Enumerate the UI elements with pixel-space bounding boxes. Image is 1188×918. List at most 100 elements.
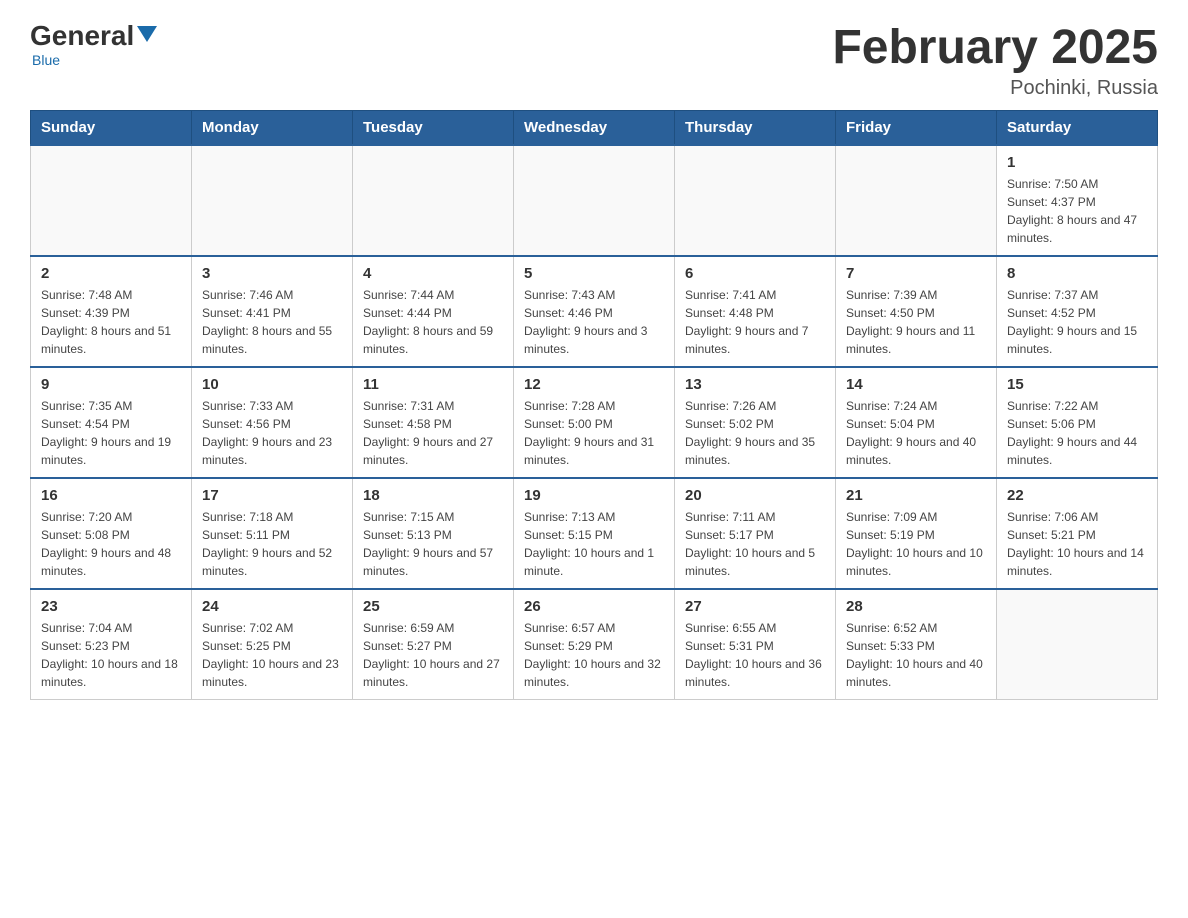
day-info: Sunrise: 7:46 AMSunset: 4:41 PMDaylight:…	[202, 286, 342, 358]
calendar-cell: 11 Sunrise: 7:31 AMSunset: 4:58 PMDayligh…	[353, 367, 514, 478]
calendar-cell: 13 Sunrise: 7:26 AMSunset: 5:02 PMDayligh…	[675, 367, 836, 478]
calendar-cell: 4Sunrise: 7:44 AMSunset: 4:44 PMDaylight…	[353, 256, 514, 367]
logo-text: General	[30, 20, 157, 52]
day-info: Sunrise: 6:52 AMSunset: 5:33 PMDaylight:…	[846, 619, 986, 691]
day-info: Sunrise: 7:26 AMSunset: 5:02 PMDaylight:…	[685, 397, 825, 469]
day-info: Sunrise: 7:15 AMSunset: 5:13 PMDaylight:…	[363, 508, 503, 580]
calendar-cell: 15 Sunrise: 7:22 AMSunset: 5:06 PMDayligh…	[997, 367, 1158, 478]
day-info: Sunrise: 7:02 AMSunset: 5:25 PMDaylight:…	[202, 619, 342, 691]
calendar-cell: 2 Sunrise: 7:48 AMSunset: 4:39 PMDaylight…	[31, 256, 192, 367]
day-number: 20	[685, 487, 825, 504]
week-row-4: 16 Sunrise: 7:20 AMSunset: 5:08 PMDayligh…	[31, 478, 1158, 589]
day-info: Sunrise: 6:59 AMSunset: 5:27 PMDaylight:…	[363, 619, 503, 691]
day-number: 2	[41, 265, 181, 282]
calendar-cell: 18 Sunrise: 7:15 AMSunset: 5:13 PMDayligh…	[353, 478, 514, 589]
calendar-cell	[675, 145, 836, 256]
day-info: Sunrise: 7:13 AMSunset: 5:15 PMDaylight:…	[524, 508, 664, 580]
weekday-header-tuesday: Tuesday	[353, 111, 514, 146]
day-number: 24	[202, 598, 342, 615]
day-number: 19	[524, 487, 664, 504]
title-section: February 2025 Pochinki, Russia	[832, 20, 1158, 100]
calendar-cell	[353, 145, 514, 256]
weekday-header-saturday: Saturday	[997, 111, 1158, 146]
calendar-title: February 2025	[832, 20, 1158, 75]
day-number: 11	[363, 376, 503, 393]
week-row-5: 23Sunrise: 7:04 AMSunset: 5:23 PMDayligh…	[31, 589, 1158, 700]
day-info: Sunrise: 7:09 AMSunset: 5:19 PMDaylight:…	[846, 508, 986, 580]
calendar-cell: 1Sunrise: 7:50 AMSunset: 4:37 PMDaylight…	[997, 145, 1158, 256]
calendar-cell: 22 Sunrise: 7:06 AMSunset: 5:21 PMDayligh…	[997, 478, 1158, 589]
day-number: 7	[846, 265, 986, 282]
day-number: 21	[846, 487, 986, 504]
calendar-cell: 24 Sunrise: 7:02 AMSunset: 5:25 PMDayligh…	[192, 589, 353, 700]
day-number: 17	[202, 487, 342, 504]
calendar-cell: 19 Sunrise: 7:13 AMSunset: 5:15 PMDayligh…	[514, 478, 675, 589]
day-info: Sunrise: 7:37 AMSunset: 4:52 PMDaylight:…	[1007, 286, 1147, 358]
day-info: Sunrise: 7:35 AMSunset: 4:54 PMDaylight:…	[41, 397, 181, 469]
day-number: 28	[846, 598, 986, 615]
day-info: Sunrise: 7:48 AMSunset: 4:39 PMDaylight:…	[41, 286, 181, 358]
day-info: Sunrise: 7:28 AMSunset: 5:00 PMDaylight:…	[524, 397, 664, 469]
day-info: Sunrise: 7:39 AMSunset: 4:50 PMDaylight:…	[846, 286, 986, 358]
day-number: 15	[1007, 376, 1147, 393]
weekday-header-wednesday: Wednesday	[514, 111, 675, 146]
day-number: 26	[524, 598, 664, 615]
calendar-cell: 21 Sunrise: 7:09 AMSunset: 5:19 PMDayligh…	[836, 478, 997, 589]
logo-general-text: General	[30, 20, 134, 52]
day-number: 6	[685, 265, 825, 282]
calendar-cell	[31, 145, 192, 256]
calendar-cell	[514, 145, 675, 256]
day-info: Sunrise: 7:22 AMSunset: 5:06 PMDaylight:…	[1007, 397, 1147, 469]
day-info: Sunrise: 7:41 AMSunset: 4:48 PMDaylight:…	[685, 286, 825, 358]
day-info: Sunrise: 7:43 AMSunset: 4:46 PMDaylight:…	[524, 286, 664, 358]
day-info: Sunrise: 7:24 AMSunset: 5:04 PMDaylight:…	[846, 397, 986, 469]
calendar-cell: 7 Sunrise: 7:39 AMSunset: 4:50 PMDaylight…	[836, 256, 997, 367]
calendar-cell: 27 Sunrise: 6:55 AMSunset: 5:31 PMDayligh…	[675, 589, 836, 700]
calendar-subtitle: Pochinki, Russia	[832, 77, 1158, 100]
calendar-cell: 28 Sunrise: 6:52 AMSunset: 5:33 PMDayligh…	[836, 589, 997, 700]
day-number: 8	[1007, 265, 1147, 282]
week-row-3: 9 Sunrise: 7:35 AMSunset: 4:54 PMDaylight…	[31, 367, 1158, 478]
calendar-cell: 6 Sunrise: 7:41 AMSunset: 4:48 PMDaylight…	[675, 256, 836, 367]
calendar-cell: 10 Sunrise: 7:33 AMSunset: 4:56 PMDayligh…	[192, 367, 353, 478]
day-info: Sunrise: 6:57 AMSunset: 5:29 PMDaylight:…	[524, 619, 664, 691]
logo-blue-text: Blue	[32, 52, 60, 68]
day-number: 14	[846, 376, 986, 393]
day-number: 12	[524, 376, 664, 393]
day-info: Sunrise: 7:06 AMSunset: 5:21 PMDaylight:…	[1007, 508, 1147, 580]
calendar-cell: 9 Sunrise: 7:35 AMSunset: 4:54 PMDaylight…	[31, 367, 192, 478]
day-number: 10	[202, 376, 342, 393]
calendar-cell: 8 Sunrise: 7:37 AMSunset: 4:52 PMDaylight…	[997, 256, 1158, 367]
calendar-cell: 16 Sunrise: 7:20 AMSunset: 5:08 PMDayligh…	[31, 478, 192, 589]
day-info: Sunrise: 7:33 AMSunset: 4:56 PMDaylight:…	[202, 397, 342, 469]
day-number: 13	[685, 376, 825, 393]
weekday-header-sunday: Sunday	[31, 111, 192, 146]
day-info: Sunrise: 7:11 AMSunset: 5:17 PMDaylight:…	[685, 508, 825, 580]
day-info: Sunrise: 7:44 AMSunset: 4:44 PMDaylight:…	[363, 286, 503, 358]
day-number: 18	[363, 487, 503, 504]
logo-triangle-icon	[137, 26, 157, 42]
calendar-cell: 12 Sunrise: 7:28 AMSunset: 5:00 PMDayligh…	[514, 367, 675, 478]
calendar-cell	[192, 145, 353, 256]
day-number: 22	[1007, 487, 1147, 504]
day-info: Sunrise: 7:20 AMSunset: 5:08 PMDaylight:…	[41, 508, 181, 580]
day-number: 27	[685, 598, 825, 615]
calendar-cell: 20 Sunrise: 7:11 AMSunset: 5:17 PMDayligh…	[675, 478, 836, 589]
day-number: 9	[41, 376, 181, 393]
calendar-cell: 23Sunrise: 7:04 AMSunset: 5:23 PMDayligh…	[31, 589, 192, 700]
day-number: 3	[202, 265, 342, 282]
calendar-cell	[836, 145, 997, 256]
day-number: 1	[1007, 154, 1147, 171]
calendar-cell: 14 Sunrise: 7:24 AMSunset: 5:04 PMDayligh…	[836, 367, 997, 478]
weekday-header-friday: Friday	[836, 111, 997, 146]
calendar-cell: 26 Sunrise: 6:57 AMSunset: 5:29 PMDayligh…	[514, 589, 675, 700]
calendar-table: SundayMondayTuesdayWednesdayThursdayFrid…	[30, 110, 1158, 700]
week-row-1: 1Sunrise: 7:50 AMSunset: 4:37 PMDaylight…	[31, 145, 1158, 256]
calendar-cell: 25 Sunrise: 6:59 AMSunset: 5:27 PMDayligh…	[353, 589, 514, 700]
calendar-cell: 17Sunrise: 7:18 AMSunset: 5:11 PMDayligh…	[192, 478, 353, 589]
day-info: Sunrise: 7:31 AMSunset: 4:58 PMDaylight:…	[363, 397, 503, 469]
day-number: 16	[41, 487, 181, 504]
day-info: Sunrise: 6:55 AMSunset: 5:31 PMDaylight:…	[685, 619, 825, 691]
day-number: 25	[363, 598, 503, 615]
day-number: 5	[524, 265, 664, 282]
